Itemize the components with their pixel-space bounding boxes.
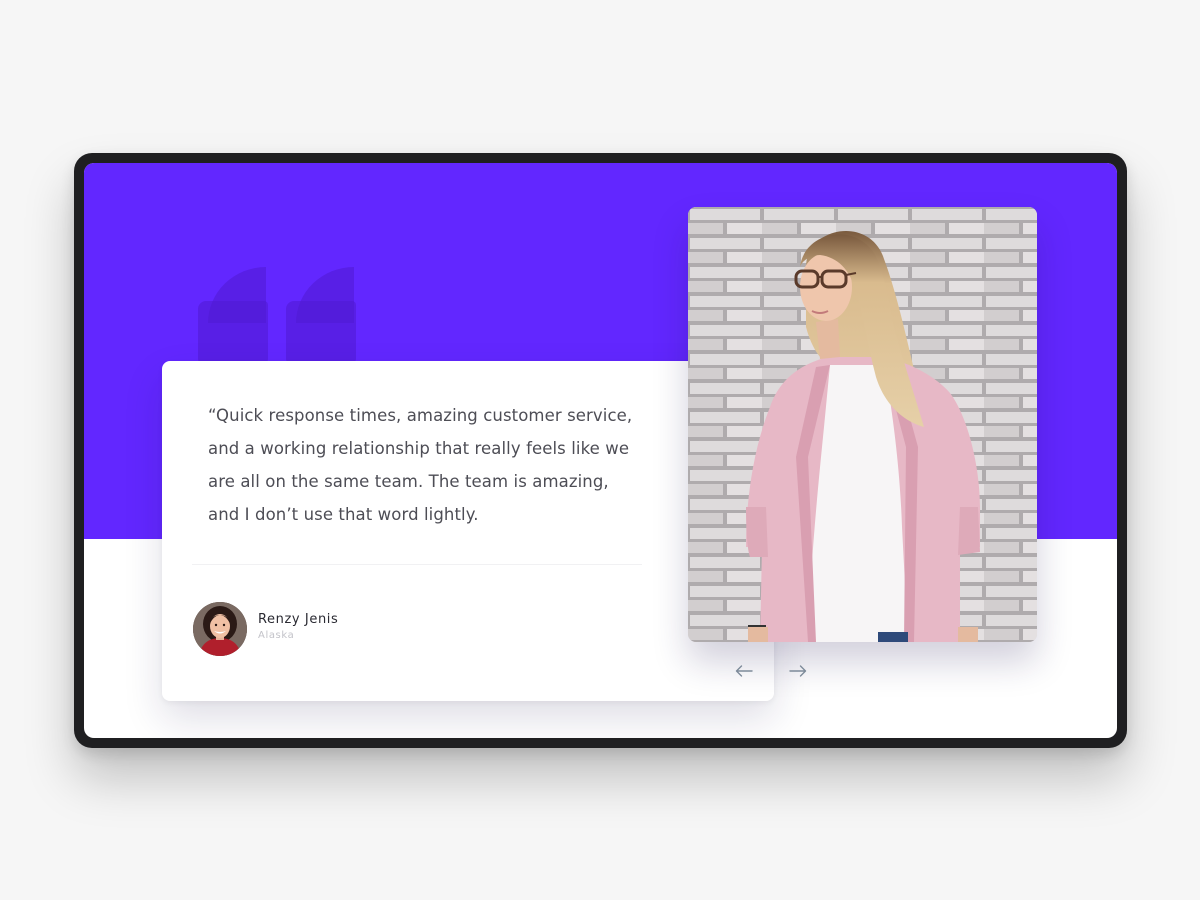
author: Renzy Jenis Alaska xyxy=(193,602,338,656)
author-location: Alaska xyxy=(258,630,295,641)
testimonial-quote: “Quick response times, amazing customer … xyxy=(208,399,633,531)
avatar xyxy=(193,602,247,656)
quote-line: and a working relationship that really f… xyxy=(208,439,630,458)
portrait-photo xyxy=(688,207,1037,642)
quote-line: and I don’t use that word lightly. xyxy=(208,505,479,524)
quote-mark-icon xyxy=(198,267,358,363)
quote-line: are all on the same team. The team is am… xyxy=(208,472,609,491)
prev-button[interactable] xyxy=(729,656,759,686)
author-name: Renzy Jenis xyxy=(258,612,339,627)
divider xyxy=(192,564,642,565)
screen: “Quick response times, amazing customer … xyxy=(84,163,1117,738)
quote-line: “Quick response times, amazing customer … xyxy=(208,406,633,425)
author-meta: Renzy Jenis Alaska xyxy=(258,611,338,643)
arrow-right-icon xyxy=(789,665,807,677)
device-frame: “Quick response times, amazing customer … xyxy=(74,153,1127,748)
next-button[interactable] xyxy=(783,656,813,686)
arrow-left-icon xyxy=(735,665,753,677)
testimonial-card: “Quick response times, amazing customer … xyxy=(162,361,774,701)
